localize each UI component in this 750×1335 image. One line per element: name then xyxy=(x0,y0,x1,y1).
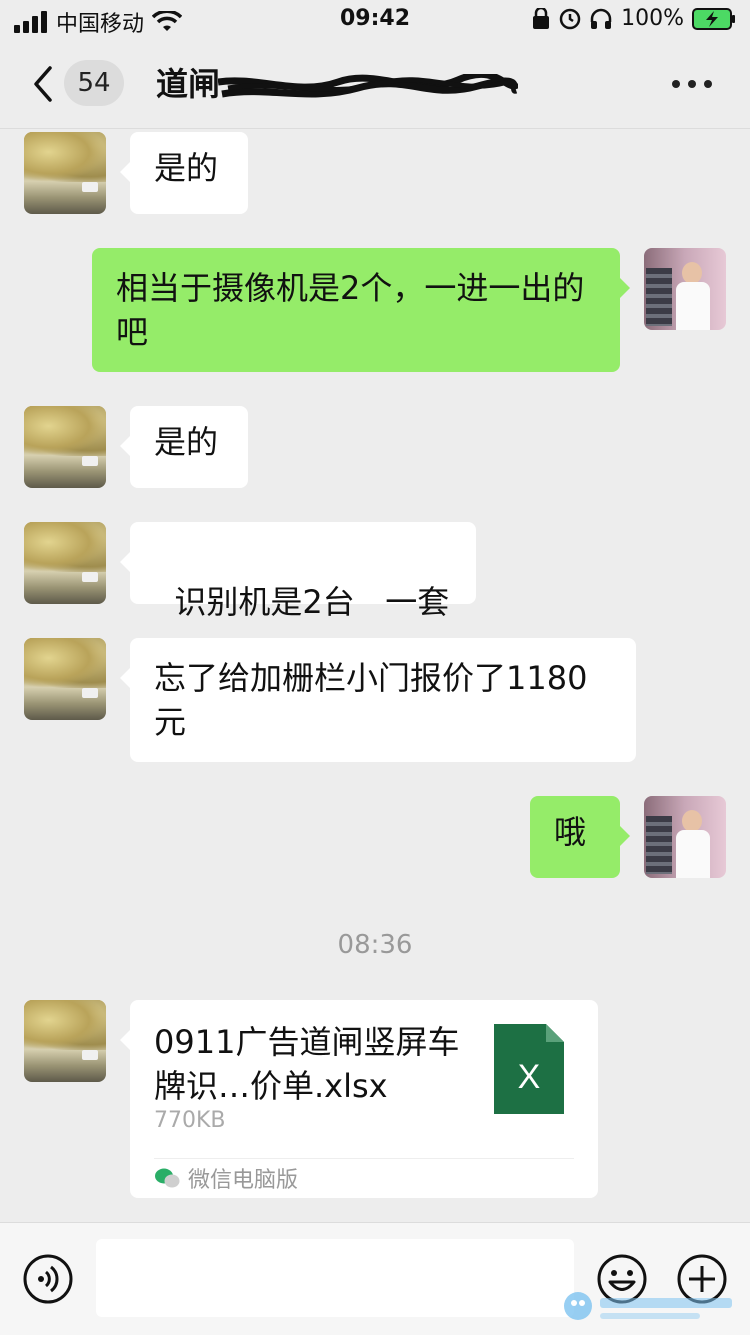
message-bubble-sent[interactable]: 哦 xyxy=(530,796,630,878)
voice-icon[interactable] xyxy=(22,1253,74,1305)
chevron-left-icon[interactable] xyxy=(28,64,62,104)
redaction-scribble xyxy=(218,74,518,98)
contact-avatar[interactable] xyxy=(24,132,106,214)
message-bubble-received[interactable]: 是的 xyxy=(120,406,248,488)
wechat-icon xyxy=(155,1168,180,1188)
file-source-label: 微信电脑版 xyxy=(188,1168,299,1193)
message-text: 哦 xyxy=(554,813,587,851)
lock-rotation-icon xyxy=(533,7,550,29)
message-text: 忘了给加栅栏小门报价了1180元 xyxy=(154,659,588,741)
file-size: 770KB xyxy=(154,1108,226,1133)
message-bubble-received[interactable]: 识别机是2台 一套 xyxy=(120,522,476,621)
watermark-logo xyxy=(564,1292,732,1320)
excel-icon-letter: X xyxy=(518,1058,541,1096)
message-bubble-sent[interactable]: 相当于摄像机是2个，一进一出的吧 xyxy=(92,248,630,372)
chat-timestamp: 08:36 xyxy=(337,930,413,960)
headphones-icon xyxy=(590,8,612,29)
user-avatar[interactable] xyxy=(644,796,726,878)
unread-count-badge[interactable]: 54 xyxy=(64,60,124,106)
alarm-icon xyxy=(559,8,581,29)
file-name: 0911广告道闸竖屏车牌识…价单.xlsx xyxy=(154,1023,460,1105)
file-source: 微信电脑版 xyxy=(154,1162,298,1194)
battery-percent: 100% xyxy=(621,6,684,31)
message-text: 相当于摄像机是2个，一进一出的吧 xyxy=(116,269,585,351)
status-bar: 中国移动 09:42 100% xyxy=(0,0,750,40)
divider xyxy=(154,1158,574,1159)
message-text: 是的 xyxy=(154,423,219,461)
contact-avatar[interactable] xyxy=(24,1000,106,1082)
message-text: 识别机是2台 一套 xyxy=(174,583,450,621)
excel-icon: X xyxy=(494,1024,564,1114)
chat-header: 54 道闸 17783 xyxy=(0,40,750,129)
contact-avatar[interactable] xyxy=(24,522,106,604)
chat-title-prefix: 道闸 xyxy=(156,65,221,103)
user-avatar[interactable] xyxy=(644,248,726,330)
file-message-card[interactable]: 0911广告道闸竖屏车牌识…价单.xlsx 770KB X 微信电脑版 xyxy=(120,1000,598,1198)
more-icon[interactable] xyxy=(672,80,712,88)
message-text: 是的 xyxy=(154,149,219,187)
battery-charging-icon xyxy=(692,7,735,30)
contact-avatar[interactable] xyxy=(24,406,106,488)
message-bubble-received[interactable]: 忘了给加栅栏小门报价了1180元 xyxy=(120,638,636,762)
message-bubble-received[interactable]: 是的 xyxy=(120,132,248,214)
message-input[interactable] xyxy=(96,1239,574,1317)
contact-avatar[interactable] xyxy=(24,638,106,720)
